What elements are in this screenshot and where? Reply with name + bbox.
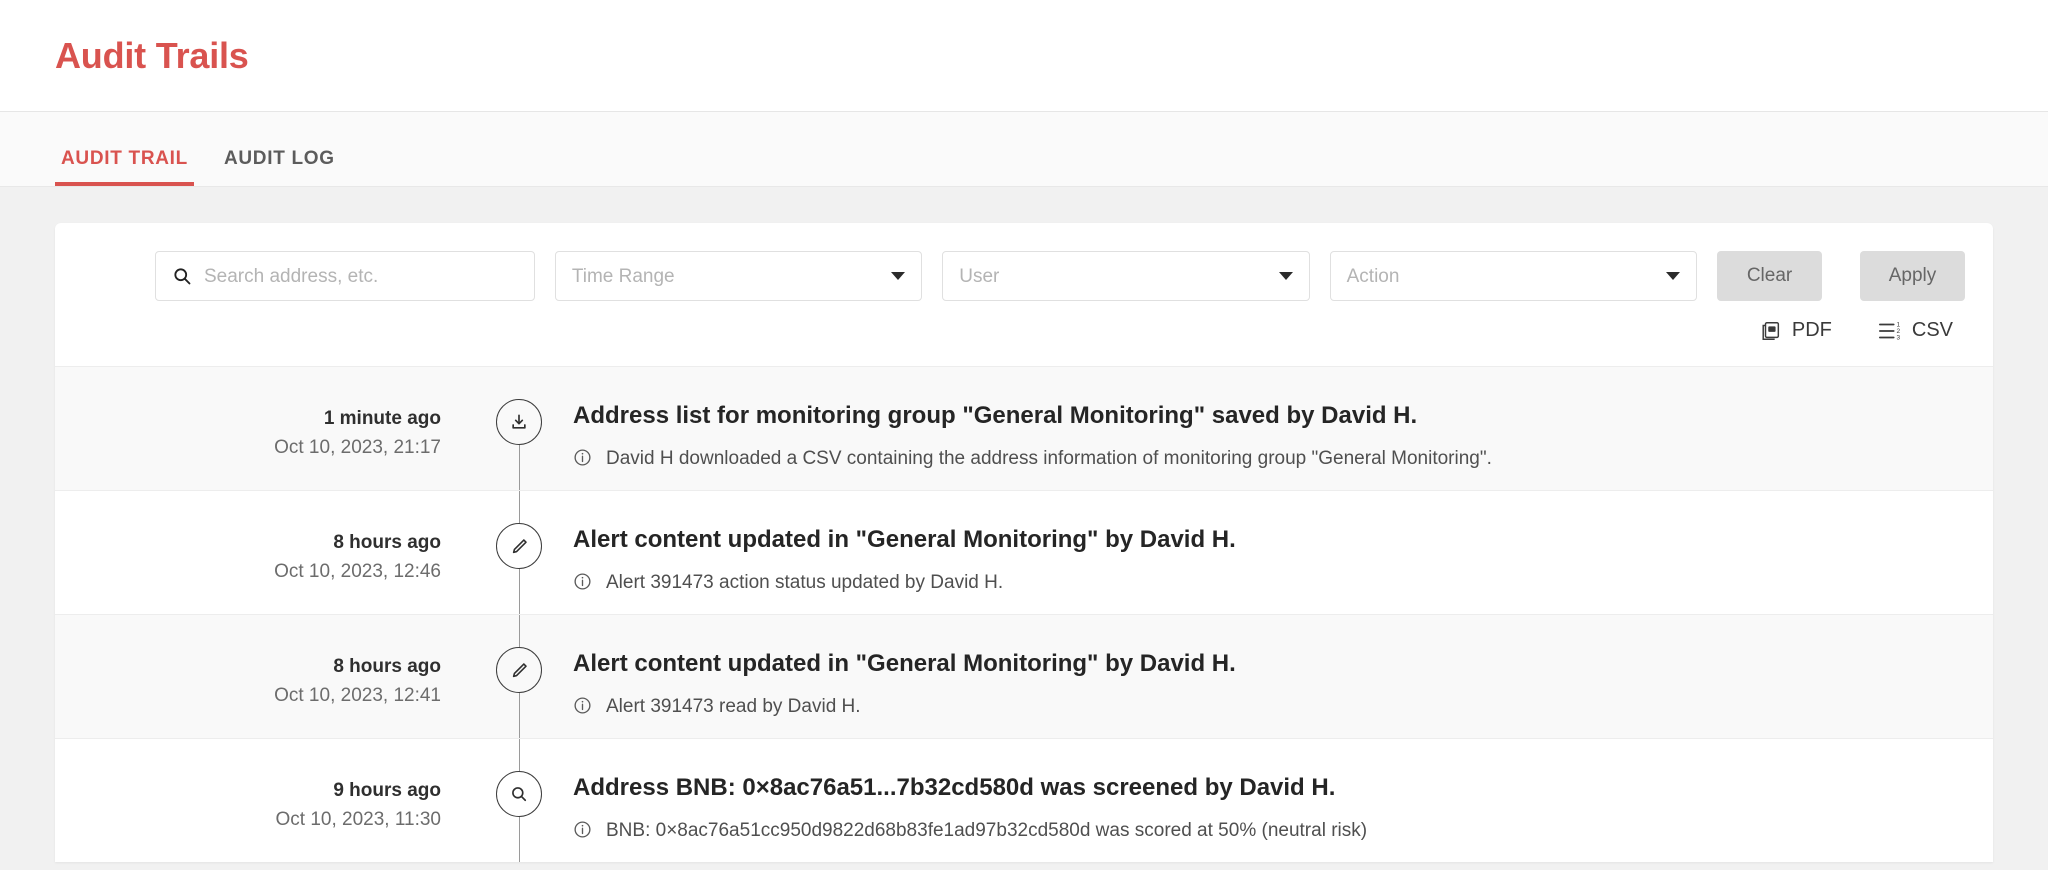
event-time: 8 hours ago Oct 10, 2023, 12:41 — [55, 615, 475, 738]
time-range-select[interactable]: Time Range — [554, 251, 923, 301]
event-marker — [496, 399, 542, 445]
export-csv-label: CSV — [1911, 319, 1953, 341]
search-icon — [174, 268, 191, 285]
event-relative-time: 8 hours ago — [333, 656, 441, 677]
event-timestamp: Oct 10, 2023, 11:30 — [275, 808, 442, 830]
svg-text:3: 3 — [1896, 334, 1900, 341]
tab-audit-log[interactable]: AUDIT LOG — [218, 148, 341, 186]
event-content: Address BNB: 0×8ac76a51...7b32cd580d was… — [563, 739, 1993, 862]
event-detail-row: David H downloaded a CSV containing the … — [573, 446, 1953, 473]
table-row[interactable]: 8 hours ago Oct 10, 2023, 12:41 Alert co… — [55, 614, 1993, 738]
export-pdf-button[interactable]: PDF — [1756, 315, 1836, 346]
action-placeholder: Action — [1346, 265, 1400, 287]
event-marker — [496, 771, 542, 817]
page-header: Audit Trails — [0, 0, 2048, 112]
pencil-icon — [512, 662, 527, 677]
list-numbered-icon: 1 2 3 — [1878, 321, 1900, 341]
pdf-file-icon — [1762, 321, 1779, 340]
event-marker — [496, 523, 542, 569]
table-row[interactable]: 8 hours ago Oct 10, 2023, 12:46 Alert co… — [55, 490, 1993, 614]
apply-button[interactable]: Apply — [1860, 251, 1966, 301]
user-select[interactable]: User — [942, 251, 1310, 301]
audit-timeline: 1 minute ago Oct 10, 2023, 21:17 Address… — [55, 366, 1993, 862]
magnifier-icon — [512, 787, 527, 802]
page-title: Audit Trails — [55, 34, 249, 76]
timeline-marker-column — [475, 367, 563, 490]
download-icon — [512, 414, 526, 429]
event-detail-row: Alert 391473 read by David H. — [573, 694, 1953, 721]
event-time: 8 hours ago Oct 10, 2023, 12:46 — [55, 491, 475, 614]
info-icon — [574, 821, 591, 838]
export-csv-button[interactable]: 1 2 3 CSV — [1874, 315, 1957, 346]
event-title: Address list for monitoring group "Gener… — [573, 402, 1418, 429]
search-input-placeholder: Search address, etc. — [204, 265, 379, 287]
table-row[interactable]: 1 minute ago Oct 10, 2023, 21:17 Address… — [55, 366, 1993, 490]
action-select[interactable]: Action — [1329, 251, 1698, 301]
event-timestamp: Oct 10, 2023, 12:41 — [274, 684, 441, 706]
export-pdf-label: PDF — [1791, 319, 1832, 341]
chevron-down-icon — [891, 272, 906, 280]
event-title: Alert content updated in "General Monito… — [573, 650, 1236, 677]
event-timestamp: Oct 10, 2023, 12:46 — [274, 560, 441, 582]
event-title: Address BNB: 0×8ac76a51...7b32cd580d was… — [573, 774, 1336, 801]
event-relative-time: 8 hours ago — [333, 532, 441, 553]
time-range-placeholder: Time Range — [571, 265, 675, 287]
event-marker — [496, 647, 542, 693]
event-title: Alert content updated in "General Monito… — [573, 526, 1236, 553]
pencil-icon — [512, 538, 527, 553]
event-detail-text: Alert 391473 read by David H. — [606, 696, 861, 718]
event-detail-row: Alert 391473 action status updated by Da… — [573, 570, 1953, 597]
table-row[interactable]: 9 hours ago Oct 10, 2023, 11:30 Address … — [55, 738, 1993, 862]
event-detail-text: Alert 391473 action status updated by Da… — [606, 572, 1004, 594]
timeline-marker-column — [475, 615, 563, 738]
tab-bar: AUDIT TRAIL AUDIT LOG — [0, 112, 2048, 187]
clear-button[interactable]: Clear — [1717, 251, 1823, 301]
event-content: Alert content updated in "General Monito… — [563, 491, 1993, 614]
event-content: Alert content updated in "General Monito… — [563, 615, 1993, 738]
event-timestamp: Oct 10, 2023, 21:17 — [274, 436, 441, 458]
event-detail-text: BNB: 0×8ac76a51cc950d9822d68b83fe1ad97b3… — [606, 820, 1368, 842]
event-detail-text: David H downloaded a CSV containing the … — [606, 448, 1492, 470]
export-row: PDF 1 2 3 CSV — [55, 301, 1993, 366]
event-time: 1 minute ago Oct 10, 2023, 21:17 — [55, 367, 475, 490]
event-time: 9 hours ago Oct 10, 2023, 11:30 — [55, 739, 475, 862]
chevron-down-icon — [1278, 272, 1293, 280]
chevron-down-icon — [1666, 272, 1681, 280]
search-input[interactable]: Search address, etc. — [155, 251, 535, 301]
info-icon — [574, 573, 591, 590]
audit-trail-card: Search address, etc. Time Range User Act… — [55, 223, 1993, 862]
tab-audit-trail[interactable]: AUDIT TRAIL — [55, 148, 194, 186]
event-relative-time: 9 hours ago — [333, 780, 441, 801]
info-icon — [574, 697, 591, 714]
filter-bar: Search address, etc. Time Range User Act… — [55, 223, 1993, 301]
info-icon — [574, 449, 591, 466]
event-content: Address list for monitoring group "Gener… — [563, 367, 1993, 490]
timeline-marker-column — [475, 739, 563, 862]
event-relative-time: 1 minute ago — [323, 408, 441, 429]
timeline-marker-column — [475, 491, 563, 614]
event-detail-row: BNB: 0×8ac76a51cc950d9822d68b83fe1ad97b3… — [573, 818, 1953, 845]
user-placeholder: User — [959, 265, 1000, 287]
